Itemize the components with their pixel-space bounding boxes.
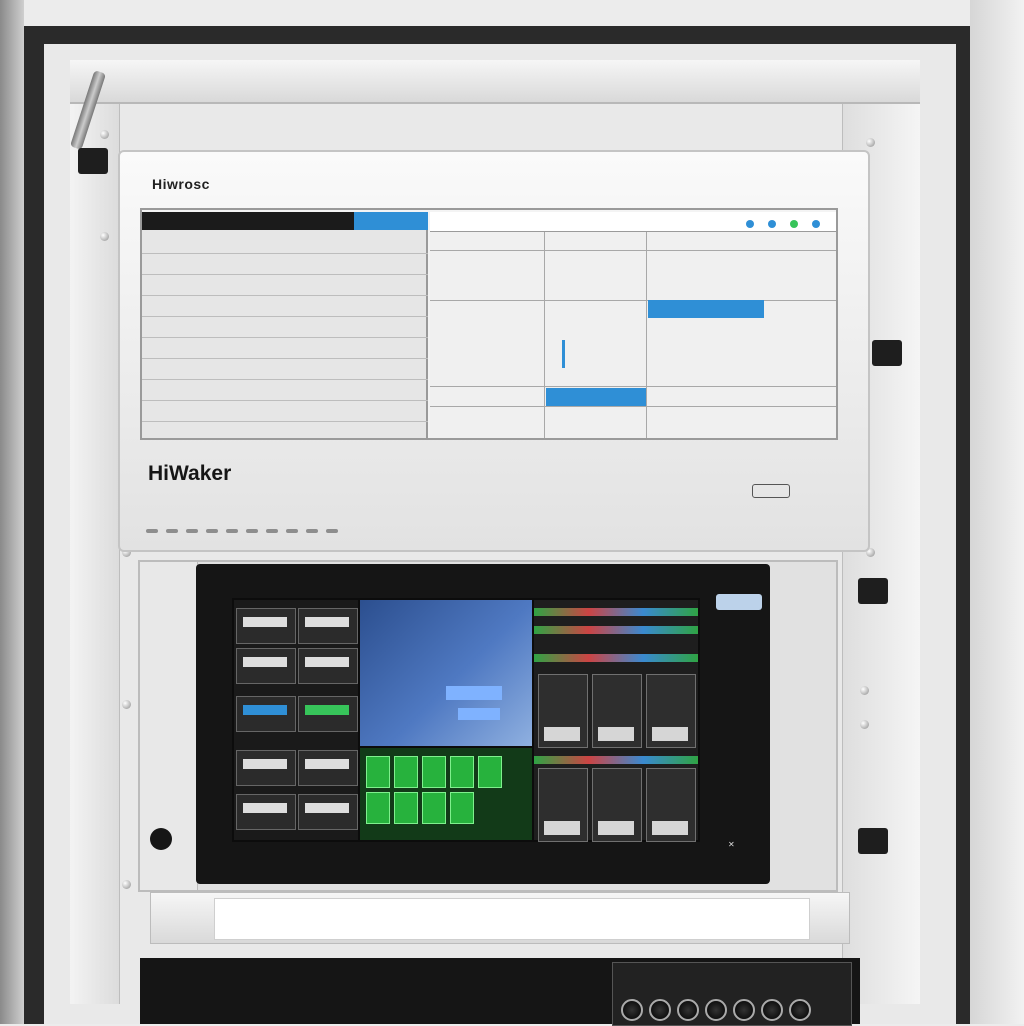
screw-icon (122, 880, 131, 889)
monitor-left-tile-panel (234, 600, 358, 840)
knob-icon[interactable] (649, 999, 671, 1021)
brand-label-small: Hiwrosc (152, 176, 210, 192)
status-led-icon (790, 220, 798, 228)
status-led-icon (746, 220, 754, 228)
shelf-front-lip (214, 898, 810, 940)
overlay-box[interactable] (446, 686, 502, 700)
rack-left-rail (70, 104, 120, 1004)
monitor-center-view (360, 600, 532, 746)
knob-icon[interactable] (705, 999, 727, 1021)
monitor-button-grid (360, 748, 532, 840)
upper-display-list-header (142, 212, 428, 230)
wall-left (0, 0, 24, 1024)
clip-icon (78, 148, 108, 174)
screw-icon (100, 232, 109, 241)
screw-icon (100, 130, 109, 139)
knob-icon[interactable] (677, 999, 699, 1021)
selected-cell-highlight[interactable] (546, 388, 646, 406)
screw-icon (866, 138, 875, 147)
overlay-box[interactable] (458, 708, 500, 720)
brand-label-large: HiWaker (148, 462, 232, 485)
active-tab[interactable] (354, 212, 428, 230)
selected-row-highlight[interactable] (648, 300, 764, 318)
knob-icon[interactable] (789, 999, 811, 1021)
cable-hole (150, 828, 172, 850)
status-led-icon (768, 220, 776, 228)
monitor-right-panel (534, 600, 698, 842)
clip-icon (872, 340, 902, 366)
wall-right (970, 0, 1024, 1024)
knob-icon[interactable] (761, 999, 783, 1021)
model-badge (752, 484, 790, 498)
cursor-indicator (562, 340, 565, 368)
status-led-icon (812, 220, 820, 228)
bottom-device (140, 958, 860, 1026)
monitor-tag (716, 594, 762, 610)
clip-icon (858, 578, 888, 604)
knob-icon[interactable] (621, 999, 643, 1021)
knob-icon[interactable] (733, 999, 755, 1021)
screw-icon (860, 720, 869, 729)
upper-display-list-pane (142, 212, 428, 438)
brand-logo-icon: ✕ (728, 840, 735, 849)
clip-icon (858, 828, 888, 854)
screw-icon (860, 686, 869, 695)
rack-top-rail (70, 60, 920, 104)
status-led-row (146, 520, 366, 533)
screw-icon (122, 700, 131, 709)
bottom-device-control-panel (612, 962, 852, 1026)
